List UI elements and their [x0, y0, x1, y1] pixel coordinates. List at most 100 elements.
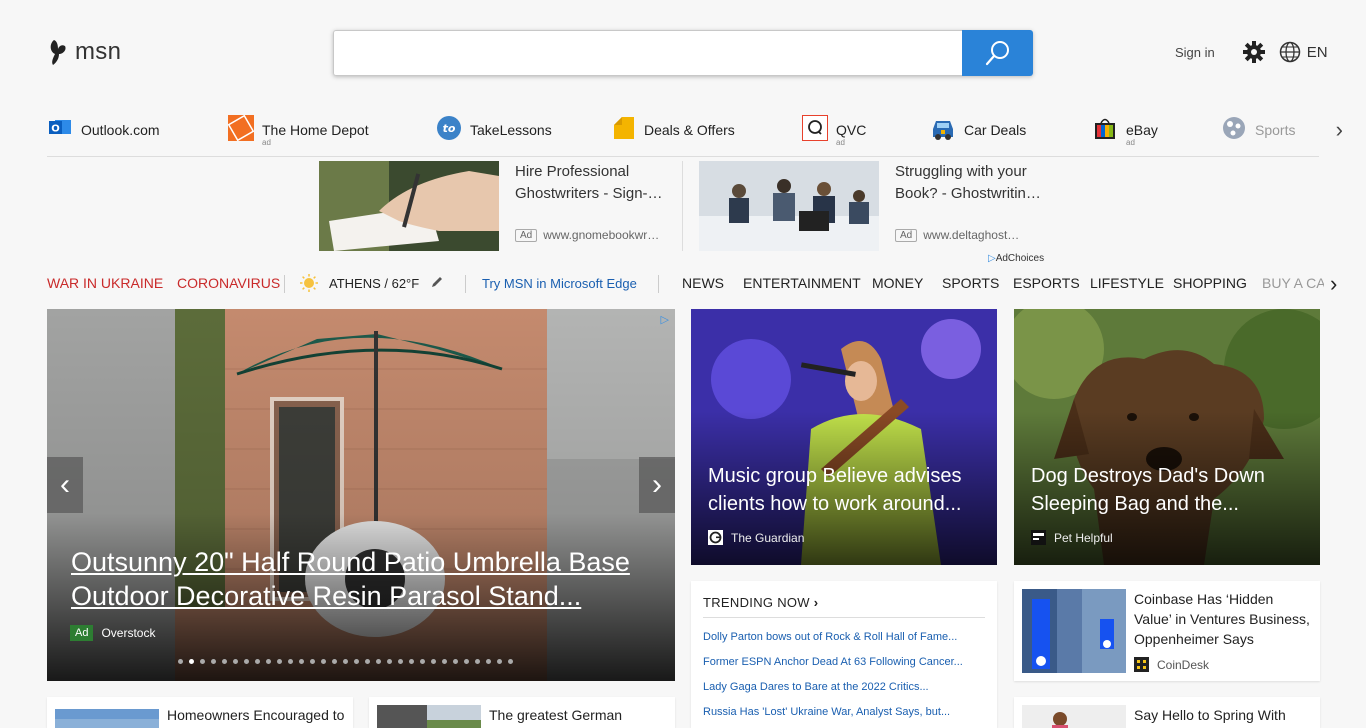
- trending-item[interactable]: Russia Has 'Lost' Ukraine War, Analyst S…: [703, 706, 979, 718]
- logo-text: msn: [75, 38, 122, 65]
- quick-link-label: eBay: [1126, 122, 1158, 138]
- nav-money[interactable]: MONEY: [872, 275, 923, 291]
- trending-heading[interactable]: TRENDING NOW ›: [703, 595, 818, 610]
- globe-icon: [1279, 41, 1300, 63]
- quick-links-next-button[interactable]: ›: [1336, 117, 1343, 143]
- carousel-dot[interactable]: [453, 659, 458, 664]
- carousel-dot[interactable]: [178, 659, 183, 664]
- card-thumbnail: [1022, 705, 1126, 728]
- hero-carousel[interactable]: ‹ › ▷ Outsunny 20" Half Round Patio Umbr…: [47, 309, 675, 681]
- search-button[interactable]: [962, 30, 1033, 76]
- card-thumbnail: [377, 705, 481, 728]
- adchoices-icon: ▷: [988, 253, 996, 264]
- nav-esports[interactable]: ESPORTS: [1013, 275, 1080, 291]
- news-card[interactable]: Music group Believe advises clients how …: [691, 309, 997, 565]
- ad-marker: ad: [1126, 138, 1135, 147]
- ad-choices-icon[interactable]: ▷: [661, 313, 669, 326]
- carousel-dot[interactable]: [431, 659, 436, 664]
- nav-entertainment[interactable]: ENTERTAINMENT: [743, 275, 861, 291]
- msn-logo[interactable]: msn: [47, 38, 121, 66]
- ad-domain: www.gnomebookwr…: [543, 228, 660, 242]
- carousel-dot[interactable]: [343, 659, 348, 664]
- carousel-dot[interactable]: [211, 659, 216, 664]
- carousel-dot[interactable]: [200, 659, 205, 664]
- quick-link-ebay[interactable]: eBay ad: [1092, 115, 1158, 149]
- nav-news[interactable]: NEWS: [682, 275, 724, 291]
- carousel-dot[interactable]: [486, 659, 491, 664]
- quick-link-qvc[interactable]: QVC ad: [802, 115, 866, 149]
- carousel-dot[interactable]: [376, 659, 381, 664]
- svg-text:to: to: [443, 122, 456, 135]
- nav-war-in-ukraine[interactable]: WAR IN UKRAINE: [47, 275, 163, 291]
- nav-lifestyle[interactable]: LIFESTYLE: [1090, 275, 1164, 291]
- carousel-dot[interactable]: [233, 659, 238, 664]
- trending-item[interactable]: Lady Gaga Dares to Bare at the 2022 Crit…: [703, 681, 979, 693]
- ad-title: Hire Professional Ghostwriters - Sign-…: [515, 163, 663, 202]
- try-edge-link[interactable]: Try MSN in Microsoft Edge: [482, 276, 637, 291]
- carousel-dot[interactable]: [420, 659, 425, 664]
- coindesk-icon: [1134, 657, 1149, 672]
- carousel-dot[interactable]: [464, 659, 469, 664]
- gear-icon[interactable]: [1242, 41, 1265, 63]
- carousel-dot[interactable]: [189, 659, 194, 664]
- divider: [284, 275, 285, 293]
- nav-sports[interactable]: SPORTS: [942, 275, 999, 291]
- quick-link-sports[interactable]: Sports: [1221, 115, 1295, 149]
- quick-link-label: Deals & Offers: [644, 122, 735, 138]
- carousel-dot[interactable]: [310, 659, 315, 664]
- carousel-dot[interactable]: [222, 659, 227, 664]
- carousel-dot[interactable]: [365, 659, 370, 664]
- ad-unit[interactable]: Struggling with your Book? - Ghostwritin…: [699, 161, 1049, 251]
- nav-next-button[interactable]: ›: [1330, 271, 1337, 297]
- news-card[interactable]: Say Hello to Spring With: [1014, 697, 1320, 728]
- carousel-dot[interactable]: [387, 659, 392, 664]
- card-title: Dog Destroys Dad's Down Sleeping Bag and…: [1031, 465, 1265, 515]
- nav-buy-a-car[interactable]: BUY A CA: [1262, 275, 1324, 291]
- nav-coronavirus[interactable]: CORONAVIRUS: [177, 275, 280, 291]
- card-title: Music group Believe advises clients how …: [708, 465, 962, 515]
- quick-link-deals[interactable]: Deals & Offers: [610, 115, 735, 149]
- quick-link-takelessons[interactable]: to TakeLessons: [436, 115, 552, 149]
- card-thumbnail: [1022, 589, 1126, 673]
- search-input[interactable]: [333, 30, 962, 76]
- carousel-dot[interactable]: [332, 659, 337, 664]
- carousel-dot[interactable]: [508, 659, 513, 664]
- carousel-dot[interactable]: [255, 659, 260, 664]
- carousel-dot[interactable]: [475, 659, 480, 664]
- quick-link-outlook[interactable]: O Outlook.com: [47, 115, 160, 149]
- carousel-dot[interactable]: [398, 659, 403, 664]
- pencil-icon[interactable]: [430, 275, 444, 292]
- carousel-dot[interactable]: [244, 659, 249, 664]
- carousel-dot[interactable]: [299, 659, 304, 664]
- carousel-dots: [178, 659, 513, 664]
- news-card[interactable]: Coinbase Has ‘Hidden Value’ in Ventures …: [1014, 581, 1320, 681]
- carousel-dot[interactable]: [442, 659, 447, 664]
- language-selector[interactable]: EN: [1279, 41, 1328, 63]
- quick-link-car-deals[interactable]: Car Deals: [930, 115, 1026, 149]
- carousel-dot[interactable]: [321, 659, 326, 664]
- carousel-dot[interactable]: [497, 659, 502, 664]
- carousel-dot[interactable]: [266, 659, 271, 664]
- pet-helpful-icon: [1031, 530, 1046, 545]
- news-card[interactable]: The greatest German: [369, 697, 675, 728]
- card-image: [1014, 309, 1320, 565]
- carousel-dot[interactable]: [277, 659, 282, 664]
- hero-prev-button[interactable]: ‹: [47, 457, 83, 513]
- news-card[interactable]: Dog Destroys Dad's Down Sleeping Bag and…: [1014, 309, 1320, 565]
- trending-item[interactable]: Former ESPN Anchor Dead At 63 Following …: [703, 656, 979, 668]
- ad-unit[interactable]: Hire Professional Ghostwriters - Sign-… …: [319, 161, 669, 251]
- hero-title[interactable]: Outsunny 20" Half Round Patio Umbrella B…: [71, 545, 661, 613]
- nav-shopping[interactable]: SHOPPING: [1173, 275, 1247, 291]
- adchoices-link[interactable]: ▷AdChoices: [988, 253, 1044, 264]
- carousel-dot[interactable]: [409, 659, 414, 664]
- carousel-dot[interactable]: [288, 659, 293, 664]
- news-card[interactable]: Homeowners Encouraged to: [47, 697, 353, 728]
- quick-link-label: QVC: [836, 122, 867, 138]
- sign-in-link[interactable]: Sign in: [1175, 45, 1215, 60]
- trending-item[interactable]: Dolly Parton bows out of Rock & Roll Hal…: [703, 631, 979, 643]
- quick-link-home-depot[interactable]: The Home Depot ad: [228, 115, 369, 149]
- carousel-dot[interactable]: [354, 659, 359, 664]
- weather-location[interactable]: ATHENS / 62°F: [329, 276, 419, 291]
- msn-butterfly-icon: [50, 40, 66, 65]
- hero-next-button[interactable]: ›: [639, 457, 675, 513]
